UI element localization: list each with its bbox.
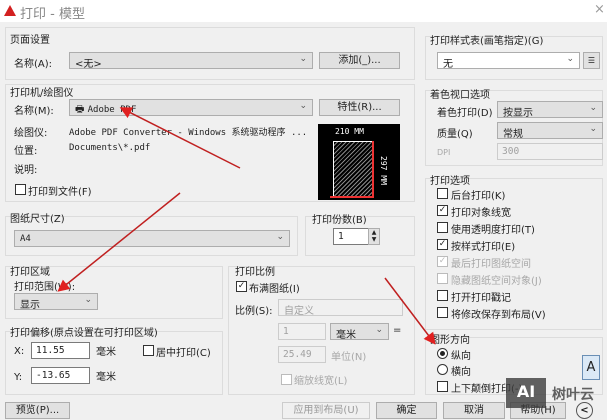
annotation-arrows (57, 107, 436, 345)
arrow-to-printer (119, 107, 241, 169)
arrow-to-orientation (384, 277, 436, 345)
arrow-to-print-range (57, 192, 181, 292)
